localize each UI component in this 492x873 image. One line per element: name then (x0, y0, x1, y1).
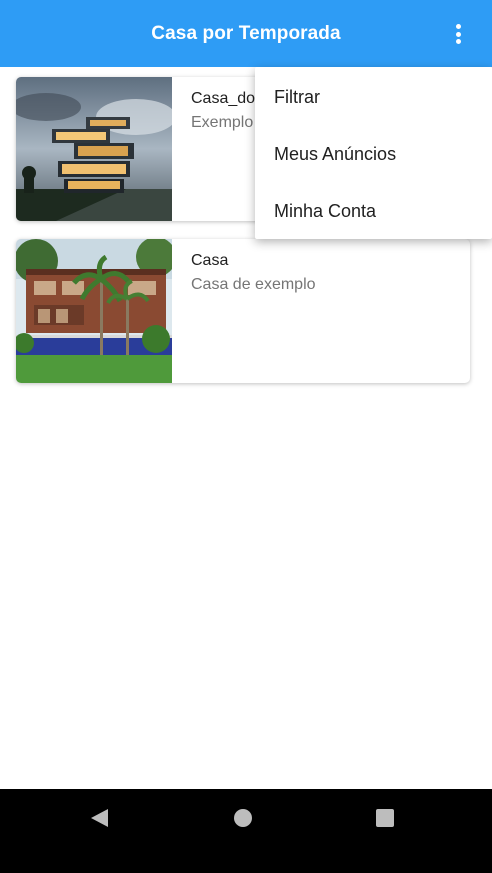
listing-image (16, 77, 172, 221)
menu-item-meus-anuncios[interactable]: Meus Anúncios (255, 126, 492, 183)
listing-image (16, 239, 172, 383)
listing-subtitle: Casa de exemplo (191, 276, 316, 293)
listing-title: Casa (191, 252, 229, 269)
menu-dot (455, 24, 461, 29)
menu-dot (455, 39, 461, 44)
overflow-menu: Filtrar Meus Anúncios Minha Conta (255, 67, 492, 239)
more-vert-icon[interactable] (446, 22, 470, 46)
system-nav-bar (0, 789, 492, 873)
tropical-house-pool-photo (16, 239, 172, 383)
listing-subtitle: Exemplo (191, 114, 254, 131)
menu-item-filtrar[interactable]: Filtrar (255, 69, 492, 126)
app-title: Casa por Temporada (151, 22, 341, 44)
menu-dot (455, 31, 461, 37)
app-bar: Casa por Temporada (0, 0, 492, 67)
back-triangle-icon[interactable] (91, 809, 108, 827)
modern-stacked-house-photo (16, 77, 172, 221)
menu-item-minha-conta[interactable]: Minha Conta (255, 183, 492, 240)
recents-square-icon[interactable] (376, 809, 394, 827)
listing-title: Casa_do (191, 90, 256, 107)
home-circle-icon[interactable] (234, 809, 252, 827)
listing-card[interactable]: Casa Casa de exemplo (16, 239, 470, 383)
